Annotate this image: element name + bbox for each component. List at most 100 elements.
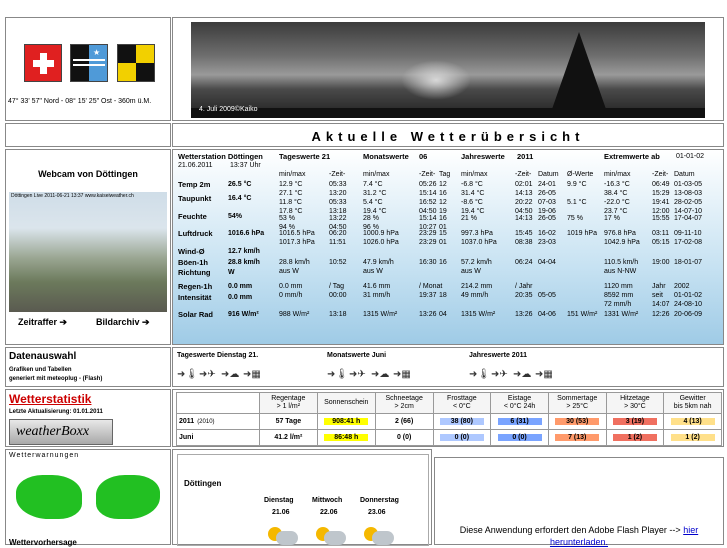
- stats-cell: 4 (13): [663, 413, 722, 430]
- year-cell: 02:01 14:13: [515, 181, 533, 197]
- rain-chart-icon[interactable]: ➜☁: [371, 369, 393, 380]
- year-cell: 75 %: [567, 215, 583, 222]
- month-cell: 13:26: [419, 311, 437, 318]
- day-cell: 988 W/m²: [279, 311, 310, 318]
- year-cell: 26-05: [538, 215, 556, 222]
- temperature-chart-icon[interactable]: ➜🌡: [469, 369, 491, 380]
- stats-value: 57 Tage: [266, 418, 311, 425]
- day-column: Tageswerte 21 min/max -Zeit- 12.9 °C 27.1 °…: [279, 152, 363, 318]
- year-cell: 21 %: [461, 215, 477, 222]
- station-date: 21.06.2011: [178, 162, 213, 169]
- year-cell: 05-05: [538, 292, 556, 299]
- station-row-label: Regen-1h: [178, 282, 213, 291]
- temperature-chart-icon[interactable]: ➜🌡: [177, 369, 199, 380]
- rain-chart-icon[interactable]: ➜☁: [221, 369, 243, 380]
- forecast-day-name: Mittwoch: [312, 497, 343, 504]
- extreme-column: Extremwerte ab 01-01-02 min/max -Zeit- Datum…: [604, 152, 722, 318]
- forecast-day-date: 23.06: [368, 509, 386, 516]
- title-bar: Aktuelle Wetterübersicht: [172, 123, 724, 147]
- month-cell: 04: [439, 311, 447, 318]
- station-row: Richtung W: [178, 268, 274, 278]
- data-line1: Grafiken und Tabellen: [9, 367, 72, 373]
- warning-map-2[interactable]: [92, 461, 166, 533]
- flags-panel: ★ 47° 33' 57" Nord - 08° 15' 25" Ost - 3…: [5, 17, 171, 121]
- data-selection-panel: Datenauswahl Grafiken und Tabellen gener…: [5, 347, 171, 387]
- day-cell: 1016.5 hPa 1017.3 hPa: [279, 230, 315, 246]
- table-icon[interactable]: ➜▦: [535, 369, 557, 380]
- stats-cell: 86:48 h: [316, 429, 376, 446]
- banner-panel: 4. Juli 2009©Kaiko: [172, 17, 724, 121]
- station-row-label: Böen-1h: [178, 258, 208, 267]
- webcam-image[interactable]: Döttingen Live 2011-06-21 13:37 www.kais…: [9, 192, 167, 312]
- day-cell: / Tag 00:00: [329, 283, 347, 299]
- extreme-subheader: Datum: [674, 171, 695, 178]
- table-icon[interactable]: ➜▦: [243, 369, 265, 380]
- stats-cell: 1 (2): [663, 429, 722, 446]
- month-cell: 23:29 23:29: [419, 230, 437, 246]
- station-row-value: 54%: [228, 213, 243, 220]
- weatherboxx-logo[interactable]: weatherBoxx: [9, 419, 113, 445]
- forecast-day-date: 21.06: [272, 509, 290, 516]
- swiss-flag-icon: [24, 44, 62, 82]
- stats-header-row: Regentage > 1 l/m² Sonnenschein Schneetage…: [176, 392, 722, 414]
- year-cell: 14:13: [515, 215, 533, 222]
- day-cell: 10:52: [329, 259, 347, 266]
- stats-header: Regentage > 1 l/m²: [259, 392, 318, 414]
- stats-value: 0 (0): [497, 434, 542, 441]
- wind-chart-icon[interactable]: ➜✈: [199, 369, 221, 380]
- month-number: 06: [419, 152, 428, 161]
- forecast-day-name: Donnerstag: [360, 497, 399, 504]
- month-subheader: Tag: [439, 171, 451, 178]
- stats-heading[interactable]: Wetterstatistik: [9, 392, 91, 406]
- year-cell: 13:26: [515, 311, 533, 318]
- forecast-day-name: Dienstag: [264, 497, 294, 504]
- station-row-value: 16.4 °C: [228, 195, 252, 202]
- stats-value: 38 (80): [439, 418, 484, 425]
- table-icon[interactable]: ➜▦: [393, 369, 415, 380]
- extreme-cell: 01-03-05 13-08-03: [674, 181, 703, 197]
- year-cell: 151 W/m²: [567, 311, 598, 318]
- timelapse-link[interactable]: Zeitraffer ➔: [18, 317, 67, 328]
- wind-chart-icon[interactable]: ➜✈: [349, 369, 371, 380]
- flash-download-link-2[interactable]: herunterladen.: [550, 537, 608, 547]
- extreme-cell: 2002 01-01-02 24-08-10: [674, 283, 703, 308]
- webcam-overlay: Döttingen Live 2011-06-21 13:37 www.kais…: [11, 193, 134, 199]
- station-row: Wind-Ø 12.7 km/h: [178, 247, 274, 257]
- stats-value: 86:48 h: [324, 434, 369, 441]
- data-heading: Datenauswahl: [9, 351, 77, 362]
- flash-download-link[interactable]: hier: [683, 525, 698, 535]
- warning-map-1[interactable]: [12, 461, 88, 533]
- forecast-day-date: 22.06: [320, 509, 338, 516]
- year-column: Jahreswerte 2011 min/max -Zeit- Datum Ø-Werte…: [461, 152, 603, 318]
- stats-row-label: 2011 (2010): [176, 413, 260, 430]
- partly-cloudy-rain-icon: [268, 527, 298, 545]
- temperature-chart-icon[interactable]: ➜🌡: [327, 369, 349, 380]
- stats-value: 2 (66): [382, 418, 427, 425]
- year-cell: 1019 hPa: [567, 230, 597, 237]
- station-row-value: 28.8 km/h: [228, 259, 260, 266]
- statistics-table-panel: Regentage > 1 l/m² Sonnenschein Schneetage…: [172, 389, 724, 447]
- partly-cloudy-rain-icon: [364, 527, 394, 545]
- stats-value: 0 (0): [382, 434, 427, 441]
- extreme-cell: 1120 mm 8592 mm 72 mm/h: [604, 283, 634, 308]
- station-row-value: 0.0 mm: [228, 294, 253, 301]
- year-subheader: Ø-Werte: [567, 171, 594, 178]
- station-row: Luftdruck 1016.6 hPa: [178, 229, 274, 239]
- station-row: Temp 2m 26.5 °C: [178, 180, 274, 190]
- stats-row-sub: (2010): [197, 419, 215, 425]
- extreme-cell: 1331 W/m²: [604, 311, 639, 318]
- year-cell: 214.2 mm 49 mm/h: [461, 283, 493, 299]
- extreme-cell: Jahr seit 14:07: [652, 283, 670, 308]
- stats-header: Sommertage > 25°C: [547, 392, 607, 414]
- archive-link[interactable]: Bildarchiv ➔: [96, 317, 150, 328]
- day-cell: 28.8 km/h aus W: [279, 259, 310, 275]
- forecast-frame: Döttingen Dienstag 21.06 Mittwoch 22.06 Donn…: [177, 454, 429, 546]
- station-row-value: 12.7 km/h: [228, 248, 260, 255]
- station-row-label: Temp 2m: [178, 180, 211, 189]
- station-row-label: Feuchte: [178, 212, 207, 221]
- month-cell: 12 16: [439, 181, 447, 197]
- station-row-label: Solar Rad: [178, 310, 214, 319]
- rain-chart-icon[interactable]: ➜☁: [513, 369, 535, 380]
- wind-chart-icon[interactable]: ➜✈: [491, 369, 513, 380]
- year-heading: Jahreswerte: [461, 152, 505, 161]
